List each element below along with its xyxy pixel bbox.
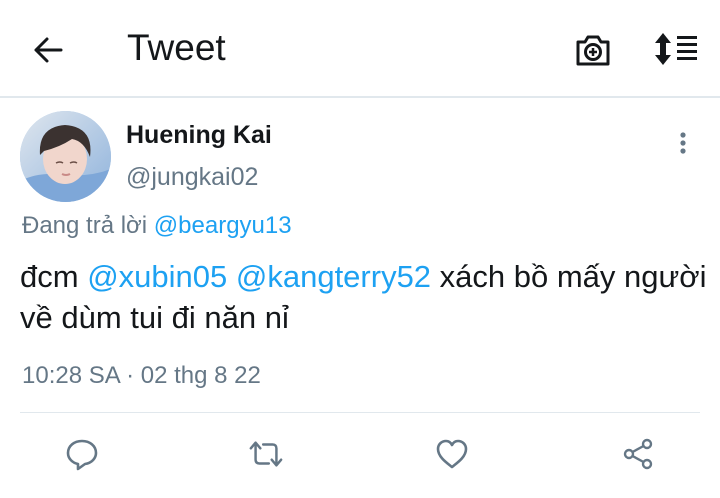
replying-to: Đang trả lời @beargyu13 [22,211,292,241]
retweet-button[interactable] [248,436,284,472]
author-handle[interactable]: @jungkai02 [126,162,258,192]
camera-plus-icon [576,35,610,66]
tweet-text-prefix: đcm [20,259,88,294]
back-button[interactable] [28,30,68,70]
mention-xubin05[interactable]: @xubin05 [87,259,227,294]
sort-button[interactable] [650,28,704,70]
replying-to-label: Đang trả lời [22,212,154,239]
share-icon [623,438,653,470]
more-options-button[interactable] [668,128,698,158]
sort-list-icon [655,33,697,65]
action-divider [20,412,700,413]
app-header: Tweet [0,0,720,98]
tweet-text-space [227,259,236,294]
reply-button[interactable] [64,436,100,472]
retweet-icon [249,441,283,467]
heart-icon [436,439,468,469]
tweet-text: đcm @xubin05 @kangterry52 xách bồ mấy ng… [20,256,710,338]
author-name[interactable]: Huening Kai [126,120,272,150]
tweet-timestamp: 10:28 SA · 02 thg 8 22 [22,362,261,389]
reply-icon [66,439,98,471]
page-title: Tweet [127,27,226,68]
share-button[interactable] [620,436,656,472]
arrow-left-icon [34,37,63,63]
profile-photo [20,111,111,202]
camera-button[interactable] [572,30,614,70]
like-button[interactable] [434,436,470,472]
reply-to-mention[interactable]: @beargyu13 [154,212,292,239]
avatar[interactable] [20,111,111,202]
more-vertical-icon [680,132,686,154]
mention-kangterry52[interactable]: @kangterry52 [236,259,431,294]
